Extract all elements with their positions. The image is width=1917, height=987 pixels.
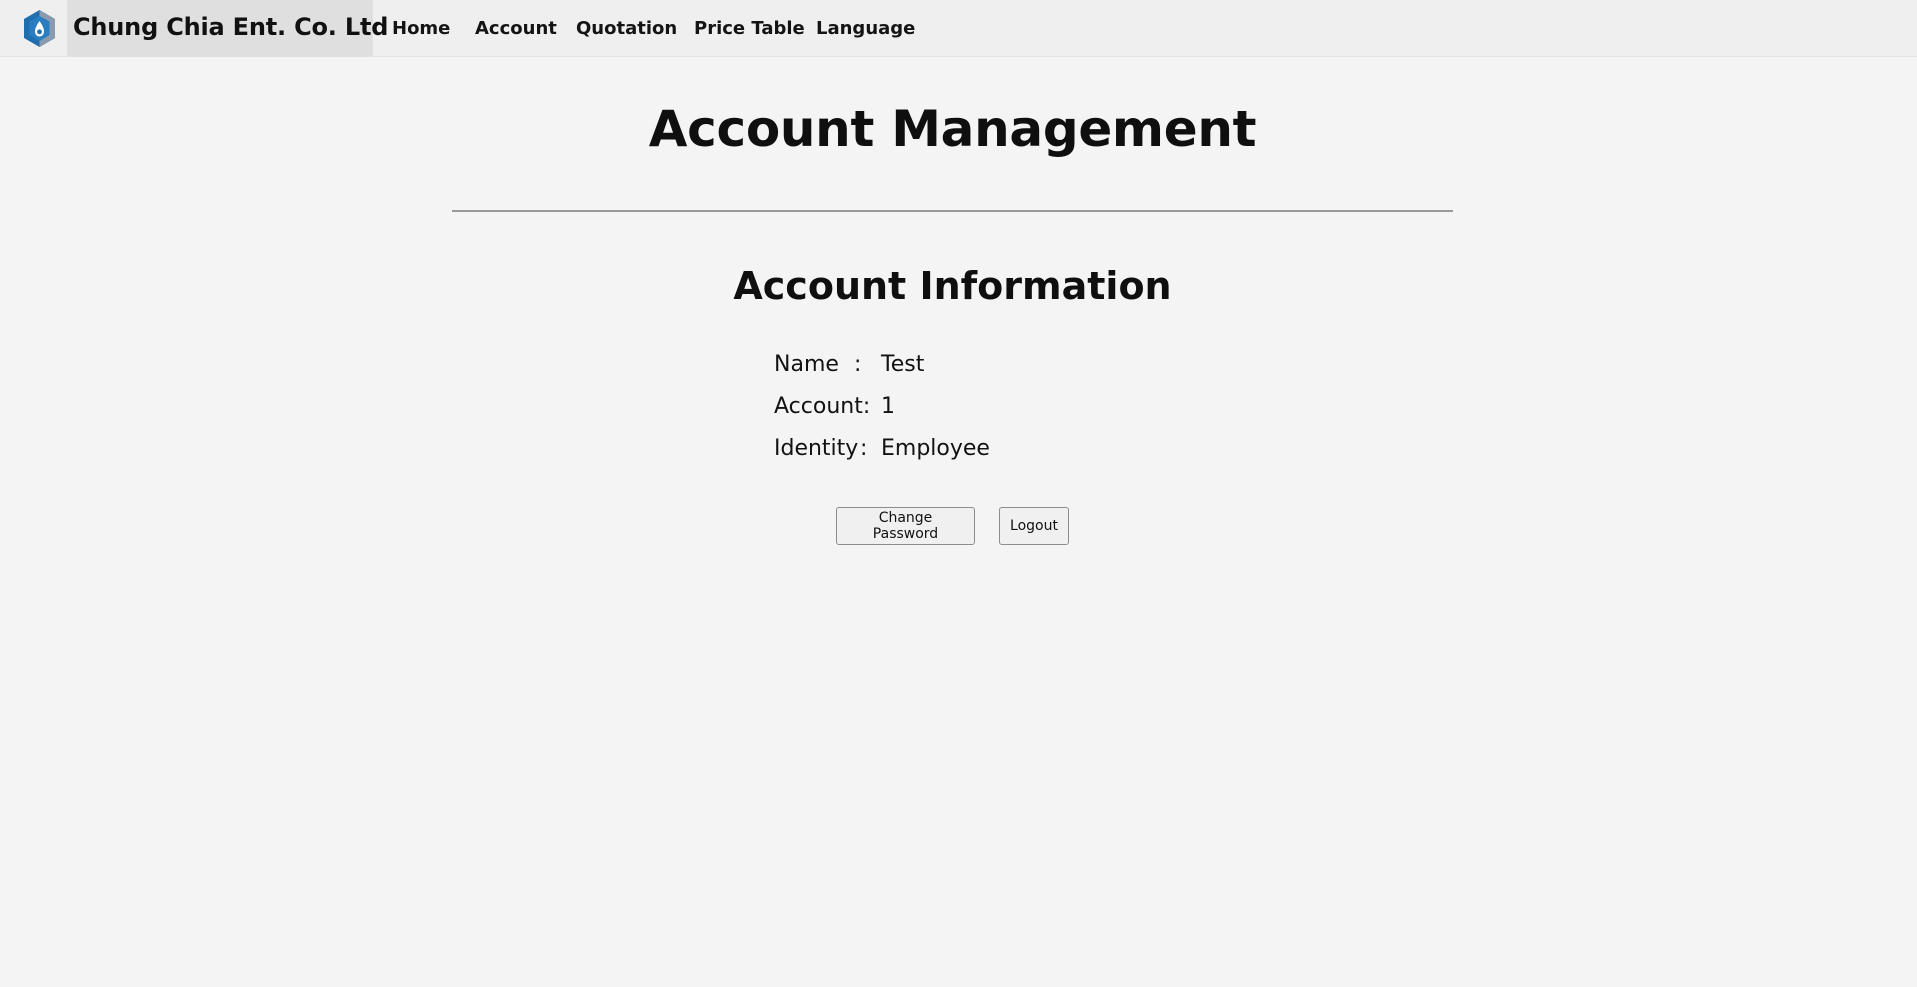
nav-link-account[interactable]: Account [475,18,557,39]
nav-link-price-table[interactable]: Price Table [694,18,805,39]
identity-colon: : [860,436,868,461]
logout-button[interactable]: Logout [999,507,1069,545]
identity-label: Identity [774,436,859,461]
account-label: Account: [774,394,871,419]
name-colon: : [854,352,862,377]
nav-link-home[interactable]: Home [392,18,450,39]
brand-name[interactable]: Chung Chia Ent. Co. Ltd [73,13,388,41]
top-navbar: Chung Chia Ent. Co. Ltd Home Account Quo… [0,0,1917,57]
change-password-button[interactable]: Change Password [836,507,975,545]
page-title: Account Management [648,100,1257,158]
hexagon-drop-logo-icon[interactable] [22,9,57,48]
divider [452,210,1453,212]
name-value: Test [881,352,925,377]
account-info-heading: Account Information [733,264,1172,308]
nav-link-quotation[interactable]: Quotation [576,18,677,39]
account-value: 1 [881,394,895,419]
identity-value: Employee [881,436,990,461]
name-label: Name [774,352,839,377]
nav-link-language[interactable]: Language [816,18,915,39]
